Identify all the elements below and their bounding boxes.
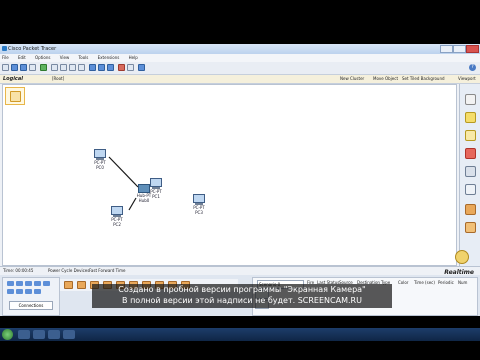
col-color: Color	[398, 280, 409, 285]
menu-help[interactable]: Help	[129, 54, 138, 62]
device-name: PC0	[96, 165, 104, 170]
device-name: PC3	[195, 210, 203, 215]
routers-icon[interactable]	[7, 281, 14, 286]
viewport-button[interactable]: Viewport	[458, 75, 476, 83]
device-pc0[interactable]: PC-PT PC0	[88, 149, 112, 170]
main-toolbar: ?	[0, 62, 480, 75]
col-periodic: Periodic	[438, 280, 454, 285]
palette-icon[interactable]	[118, 64, 125, 71]
links-layer	[108, 156, 139, 211]
menu-bar: File Edit Options View Tools Extensions …	[0, 54, 480, 62]
print-icon[interactable]	[29, 64, 36, 71]
complex-pdu-icon[interactable]	[465, 222, 476, 233]
realtime-clock-icon[interactable]	[455, 250, 469, 264]
link-pc0-hub0[interactable]	[108, 156, 139, 188]
col-num: Num	[458, 280, 468, 285]
inspect-icon[interactable]	[465, 166, 476, 177]
menu-file[interactable]: File	[2, 54, 9, 62]
zoom-reset-icon[interactable]	[98, 64, 105, 71]
video-frame: Cisco Packet Tracer File Edit Options Vi…	[0, 0, 480, 360]
copy-icon[interactable]	[51, 64, 58, 71]
status-bar: Time: 00:00:45 Power Cycle Devices Fast …	[0, 266, 480, 275]
power-cycle-button[interactable]: Power Cycle Devices	[48, 267, 89, 275]
console-cable-icon[interactable]	[77, 281, 86, 289]
simple-pdu-icon[interactable]	[465, 204, 476, 215]
device-hub0[interactable]: Hub-PT Hub0	[132, 184, 156, 203]
title-bar: Cisco Packet Tracer	[0, 44, 480, 54]
window-title: Cisco Packet Tracer	[8, 46, 57, 52]
paste-icon[interactable]	[60, 64, 67, 71]
undo-icon[interactable]	[69, 64, 76, 71]
start-button[interactable]	[2, 329, 13, 340]
device-pc3[interactable]: PC-PT PC3	[187, 194, 211, 215]
common-tools-bar	[459, 84, 480, 266]
activity-wizard-icon[interactable]	[40, 64, 47, 71]
help-icon[interactable]: ?	[469, 64, 476, 71]
watermark-line1: Создано в пробной версии программы "Экра…	[118, 285, 366, 294]
watermark-line2: В полной версии этой надписи не будет. S…	[122, 296, 362, 305]
root-breadcrumb[interactable]: [Root]	[52, 75, 64, 83]
move-object-button[interactable]: Move Object	[373, 75, 398, 83]
workspace-toolbar: Logical [Root] New Cluster Move Object S…	[0, 75, 480, 84]
time-display: Time: 00:00:45	[3, 268, 34, 273]
tiled-background-button[interactable]: Set Tiled Background	[402, 75, 445, 83]
packet-tracer-window: Cisco Packet Tracer File Edit Options Vi…	[0, 44, 480, 316]
pc-icon	[111, 206, 123, 215]
taskbar-app-4[interactable]	[63, 330, 75, 339]
col-time: Time (sec)	[414, 280, 435, 285]
menu-tools[interactable]: Tools	[79, 54, 89, 62]
zoom-out-icon[interactable]	[107, 64, 114, 71]
network-info-icon[interactable]	[138, 64, 145, 71]
pc-icon	[94, 149, 106, 158]
menu-edit[interactable]: Edit	[18, 54, 26, 62]
app-icon	[2, 46, 7, 51]
taskbar-app-3[interactable]	[48, 330, 60, 339]
new-cluster-button[interactable]: New Cluster	[340, 75, 364, 83]
custom-devices-icon[interactable]	[25, 289, 32, 294]
taskbar-app-1[interactable]	[18, 330, 30, 339]
close-button[interactable]	[466, 45, 479, 53]
move-layout-icon[interactable]	[465, 112, 476, 123]
device-pc2[interactable]: PC-PT PC2	[105, 206, 129, 227]
select-icon[interactable]	[465, 94, 476, 105]
redo-icon[interactable]	[78, 64, 85, 71]
automatic-connection-icon[interactable]	[64, 281, 73, 289]
open-icon[interactable]	[11, 64, 18, 71]
place-note-icon[interactable]	[465, 130, 476, 141]
fast-forward-button[interactable]: Fast Forward Time	[89, 267, 125, 275]
device-name: Hub0	[138, 198, 150, 203]
taskbar-app-2[interactable]	[33, 330, 45, 339]
wireless-icon[interactable]	[34, 281, 41, 286]
hubs-icon[interactable]	[25, 281, 32, 286]
minimize-button[interactable]	[440, 45, 453, 53]
menu-extensions[interactable]: Extensions	[98, 54, 120, 62]
custom-device-icon[interactable]	[127, 64, 134, 71]
trial-watermark: Создано в пробной версии программы "Экра…	[92, 284, 392, 308]
pc-icon	[193, 194, 205, 203]
switches-icon[interactable]	[16, 281, 23, 286]
new-icon[interactable]	[2, 64, 9, 71]
multiuser-icon[interactable]	[34, 289, 41, 294]
connections-icon[interactable]	[43, 281, 50, 286]
zoom-in-icon[interactable]	[89, 64, 96, 71]
windows-taskbar	[0, 328, 480, 341]
maximize-button[interactable]	[453, 45, 466, 53]
logical-tab[interactable]: Logical	[3, 75, 23, 83]
resize-shape-icon[interactable]	[465, 184, 476, 195]
device-category-panel: Connections	[2, 277, 60, 316]
wan-emulation-icon[interactable]	[16, 289, 23, 294]
end-devices-icon[interactable]	[7, 289, 14, 294]
menu-options[interactable]: Options	[35, 54, 50, 62]
save-icon[interactable]	[20, 64, 27, 71]
device-name: PC2	[113, 222, 121, 227]
hub-icon	[138, 184, 150, 193]
device-category-label: Connections	[9, 301, 53, 310]
logical-workspace[interactable]: PC-PT PC0 PC-PT PC1 PC-PT PC2 PC-PT PC3	[2, 84, 457, 266]
delete-icon[interactable]	[465, 148, 476, 159]
menu-view[interactable]: View	[60, 54, 70, 62]
